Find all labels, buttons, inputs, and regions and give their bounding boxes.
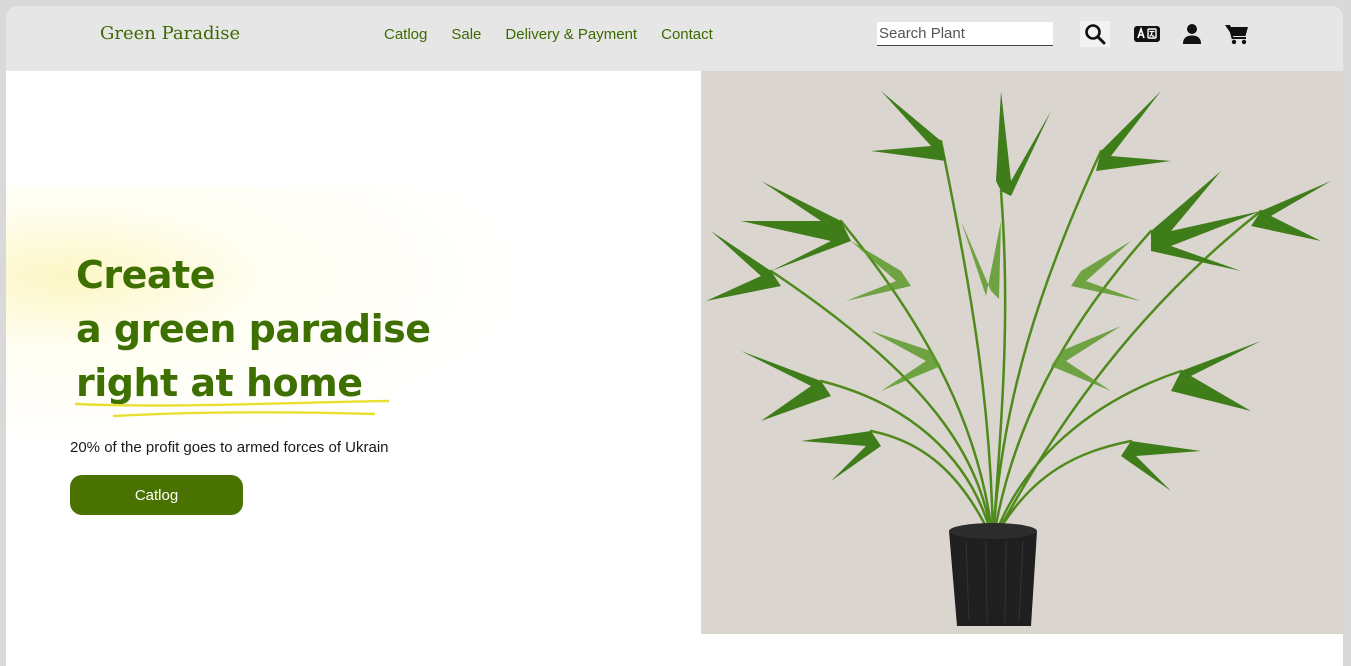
user-icon <box>1183 24 1201 44</box>
hero-plant-image <box>701 71 1343 634</box>
cart-button[interactable] <box>1222 21 1252 47</box>
palm-plant-illustration <box>706 91 1331 626</box>
nav-catlog[interactable]: Catlog <box>384 26 427 43</box>
page-frame: Green Paradise Catlog Sale Delivery & Pa… <box>6 6 1343 666</box>
highlight-underline <box>74 399 390 418</box>
account-button[interactable] <box>1177 21 1207 47</box>
hero-title-line-2: a green paradise <box>76 307 431 351</box>
nav-delivery-payment[interactable]: Delivery & Payment <box>505 26 637 43</box>
nav-contact[interactable]: Contact <box>661 26 713 43</box>
hero-subtitle: 20% of the profit goes to armed forces o… <box>70 439 389 456</box>
language-icon <box>1134 26 1160 42</box>
search-input[interactable] <box>877 22 1053 46</box>
hero-title-line-1: Create <box>76 253 215 297</box>
search-icon <box>1085 24 1106 45</box>
cart-icon <box>1225 24 1248 45</box>
catalog-button[interactable]: Catlog <box>70 475 243 515</box>
brand-logo[interactable]: Green Paradise <box>100 23 240 44</box>
nav-sale[interactable]: Sale <box>451 26 481 43</box>
language-button[interactable] <box>1132 21 1162 47</box>
main-menu: Catlog Sale Delivery & Payment Contact <box>384 26 713 43</box>
hero-title: Create a green paradise right at home <box>76 248 431 410</box>
search-button[interactable] <box>1080 21 1110 47</box>
navbar: Green Paradise Catlog Sale Delivery & Pa… <box>6 6 1343 71</box>
